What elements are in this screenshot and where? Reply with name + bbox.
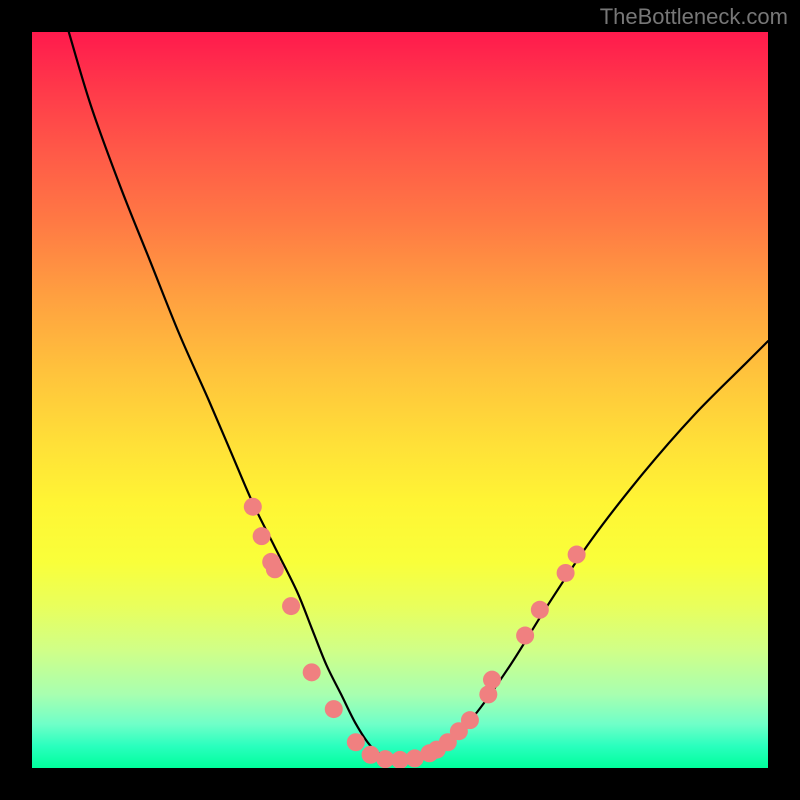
- scatter-dot: [461, 711, 479, 729]
- scatter-dot: [483, 671, 501, 689]
- scatter-dot: [347, 733, 365, 751]
- curve-layer: [32, 32, 768, 768]
- scatter-dot: [439, 733, 457, 751]
- scatter-dot: [479, 685, 497, 703]
- watermark-text: TheBottleneck.com: [600, 4, 788, 30]
- scatter-dot: [450, 722, 468, 740]
- scatter-dot: [325, 700, 343, 718]
- scatter-dot: [557, 564, 575, 582]
- scatter-dot: [282, 597, 300, 615]
- scatter-dot: [253, 527, 271, 545]
- scatter-dot: [391, 751, 409, 768]
- scatter-dot: [428, 741, 446, 759]
- scatter-dots: [244, 498, 586, 768]
- scatter-dot: [531, 601, 549, 619]
- scatter-dot: [376, 750, 394, 768]
- scatter-dot: [262, 553, 280, 571]
- scatter-dot: [244, 498, 262, 516]
- bottleneck-curve: [69, 32, 768, 761]
- scatter-dot: [420, 744, 438, 762]
- scatter-dot: [406, 749, 424, 767]
- scatter-dot: [362, 746, 380, 764]
- scatter-dot: [303, 663, 321, 681]
- plot-area: [32, 32, 768, 768]
- scatter-dot: [568, 546, 586, 564]
- chart-frame: TheBottleneck.com: [0, 0, 800, 800]
- scatter-dot: [266, 560, 284, 578]
- scatter-dot: [516, 627, 534, 645]
